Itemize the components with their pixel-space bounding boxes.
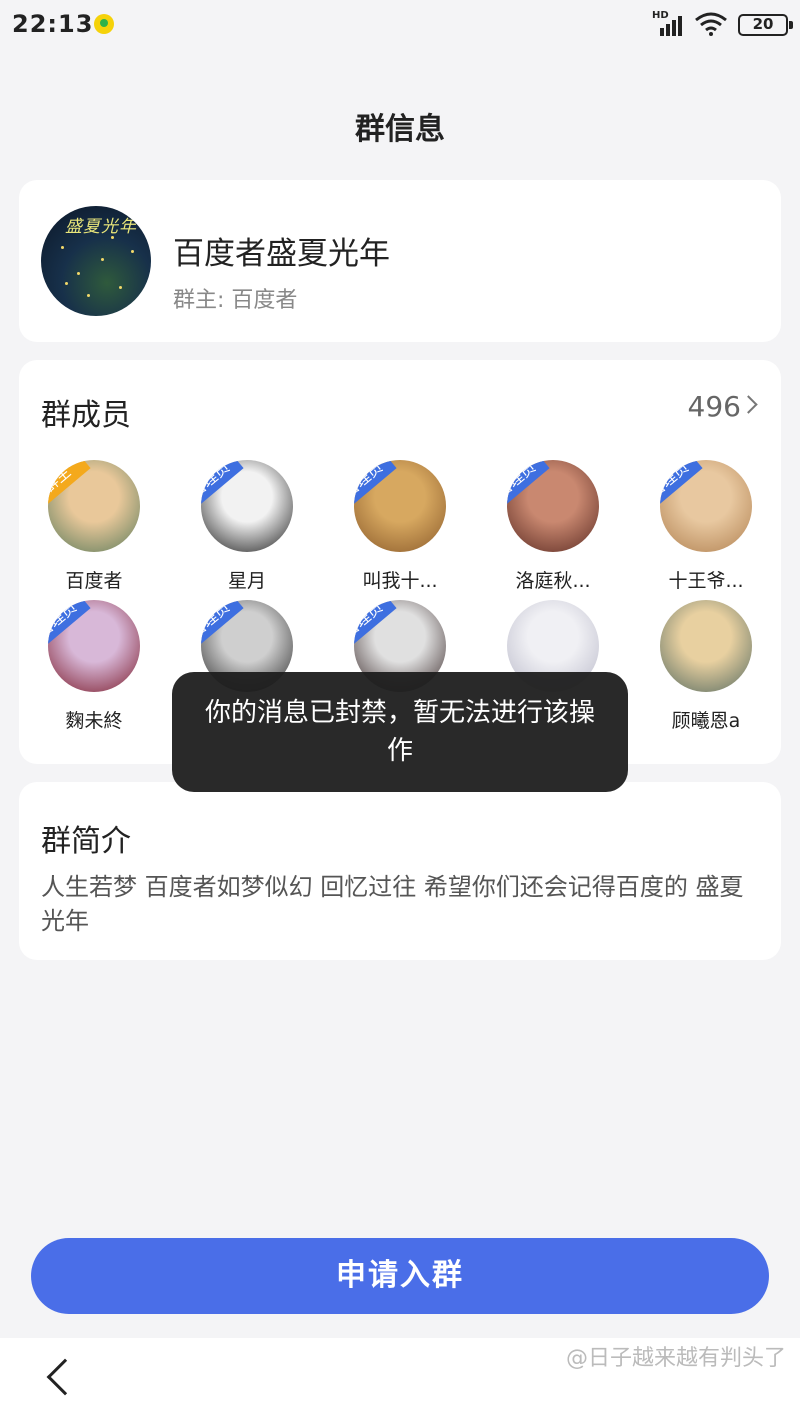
member-role-badge: 管理员 xyxy=(354,600,397,651)
member-role-badge: 管理员 xyxy=(201,460,244,511)
member-avatar[interactable]: 群主 xyxy=(48,460,140,552)
intro-title: 群简介 xyxy=(41,824,131,859)
member-name: 十王爷... xyxy=(668,570,744,592)
member-item[interactable]: 管理员叫我十... xyxy=(335,460,465,593)
member-name: 星月 xyxy=(227,570,266,592)
intro-card: 群简介 人生若梦 百度者如梦似幻 回忆过往 希望你们还会记得百度的 盛夏光年 xyxy=(19,782,781,960)
members-title: 群成员 xyxy=(41,398,131,433)
status-bar: 22:13 HD 20 xyxy=(0,0,800,52)
group-avatar-text: 盛夏光年 xyxy=(65,217,137,237)
member-item[interactable]: 管理员星月 xyxy=(182,460,312,593)
group-owner: 群主: 百度者 xyxy=(173,288,298,313)
status-time: 22:13 xyxy=(12,10,94,38)
member-item[interactable]: 管理员麴未終 xyxy=(29,600,159,733)
member-avatar[interactable]: 管理员 xyxy=(48,600,140,692)
member-item[interactable]: 管理员十王爷... xyxy=(641,460,771,593)
member-role-badge: 群主 xyxy=(48,460,91,511)
toast-message: 你的消息已封禁，暂无法进行该操作 xyxy=(172,672,628,792)
member-avatar[interactable]: 管理员 xyxy=(660,460,752,552)
member-item[interactable]: 管理员洛庭秋... xyxy=(488,460,618,593)
member-avatar[interactable]: 管理员 xyxy=(507,460,599,552)
battery-icon: 20 xyxy=(738,14,793,36)
member-avatar[interactable]: 管理员 xyxy=(354,460,446,552)
group-info-card: 盛夏光年 百度者盛夏光年 群主: 百度者 xyxy=(19,180,781,342)
member-role-badge: 管理员 xyxy=(201,600,244,651)
page-title: 群信息 xyxy=(355,112,445,147)
back-icon[interactable] xyxy=(46,1358,84,1396)
member-role-badge: 管理员 xyxy=(507,460,550,511)
intro-text: 人生若梦 百度者如梦似幻 回忆过往 希望你们还会记得百度的 盛夏光年 xyxy=(41,873,744,935)
group-avatar[interactable]: 盛夏光年 xyxy=(41,206,151,316)
network-type: HD xyxy=(652,10,669,21)
member-name: 叫我十... xyxy=(362,570,438,592)
member-role-badge: 管理员 xyxy=(48,600,91,651)
member-role-badge: 管理员 xyxy=(660,460,703,511)
join-group-button[interactable]: 申请入群 xyxy=(31,1238,769,1314)
member-avatar[interactable] xyxy=(660,600,752,692)
member-name: 洛庭秋... xyxy=(515,570,591,592)
group-name: 百度者盛夏光年 xyxy=(173,236,390,272)
wifi-icon xyxy=(695,12,727,36)
member-item[interactable]: 群主百度者 xyxy=(29,460,159,593)
member-name: 百度者 xyxy=(65,570,123,592)
chevron-right-icon[interactable] xyxy=(739,395,758,414)
music-app-icon xyxy=(94,14,114,34)
member-name: 麴未終 xyxy=(65,710,123,732)
watermark: @日子越来越有判头了 xyxy=(565,1346,786,1371)
signal-icon: HD xyxy=(652,10,686,38)
member-avatar[interactable]: 管理员 xyxy=(201,460,293,552)
member-item[interactable]: 顾曦恩a xyxy=(641,600,771,733)
bottom-nav-bar: @日子越来越有判头了 xyxy=(0,1338,800,1422)
member-name: 顾曦恩a xyxy=(671,710,741,732)
member-role-badge: 管理员 xyxy=(354,460,397,511)
members-count[interactable]: 496 xyxy=(688,390,741,423)
